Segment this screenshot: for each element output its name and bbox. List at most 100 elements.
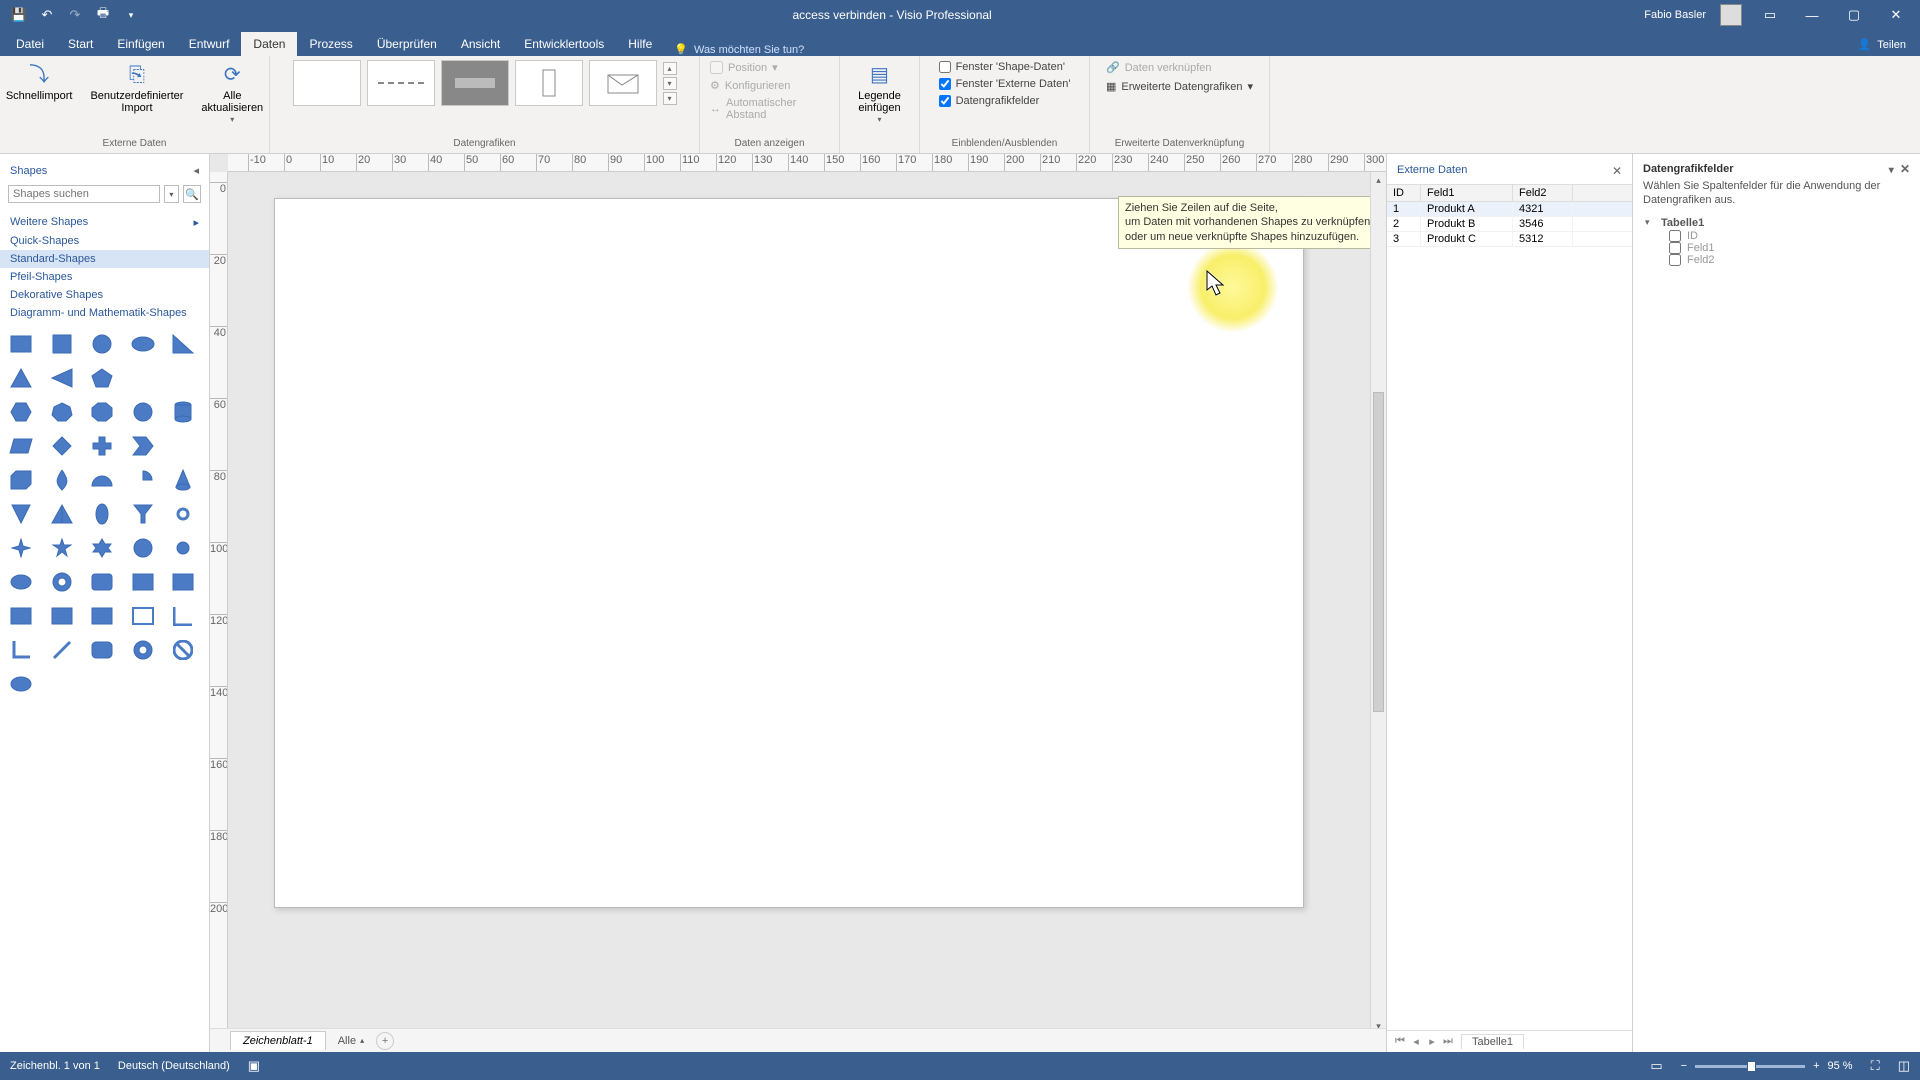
print-icon[interactable]: 🖶	[94, 6, 112, 24]
col-feld2[interactable]: Feld2	[1513, 185, 1573, 201]
page-tab[interactable]: Zeichenblatt-1	[230, 1031, 326, 1050]
shape-l[interactable]	[8, 638, 34, 662]
shape-chevron[interactable]	[130, 434, 156, 458]
fit-page-icon[interactable]: ⛶	[1871, 1058, 1880, 1074]
shape-diag[interactable]	[49, 638, 75, 662]
redo-icon[interactable]: ↷	[66, 6, 84, 24]
tree-collapse-icon[interactable]: ▾	[1645, 217, 1655, 228]
close-external-data-icon[interactable]: ✕	[1612, 164, 1622, 178]
shape-pyramid[interactable]	[49, 502, 75, 526]
table-row[interactable]: 1 Produkt A 4321	[1387, 202, 1632, 217]
shape-rr2[interactable]	[89, 638, 115, 662]
vertical-scrollbar[interactable]: ▴ ▾	[1370, 172, 1386, 1034]
gallery-up-icon[interactable]: ▴	[663, 62, 677, 75]
zoom-slider[interactable]	[1695, 1065, 1805, 1068]
search-icon[interactable]: 🔍	[183, 185, 201, 203]
cat-quick-shapes[interactable]: Quick-Shapes	[0, 232, 209, 250]
drawing-page[interactable]	[274, 198, 1304, 908]
search-dropdown-icon[interactable]: ▾	[164, 185, 179, 203]
table-row[interactable]: 3 Produkt C 5312	[1387, 232, 1632, 247]
tab-ansicht[interactable]: Ansicht	[449, 32, 512, 56]
shape-ellipse[interactable]	[130, 332, 156, 356]
prev-record-icon[interactable]: ◂	[1409, 1035, 1423, 1048]
shape-star6[interactable]	[89, 536, 115, 560]
save-icon[interactable]: 💾	[10, 6, 28, 24]
toggle-data-graphic-fields[interactable]: Datengrafikfelder	[939, 94, 1040, 108]
shape-no[interactable]	[170, 638, 196, 662]
cat-pfeil-shapes[interactable]: Pfeil-Shapes	[0, 268, 209, 286]
shape-triangle-left[interactable]	[49, 366, 75, 390]
shape-box2[interactable]	[49, 604, 75, 628]
shape-cross[interactable]	[89, 434, 115, 458]
close-icon[interactable]: ✕	[1882, 7, 1910, 23]
qat-more-icon[interactable]: ▾	[122, 6, 140, 24]
scroll-up-icon[interactable]: ▴	[1371, 172, 1386, 188]
tell-me-input[interactable]: Was möchten Sie tun?	[694, 44, 804, 56]
shape-gear-icon[interactable]	[170, 502, 196, 526]
shape-cone[interactable]	[170, 468, 196, 492]
shape-rounded-rect[interactable]	[89, 570, 115, 594]
minimize-icon[interactable]: —	[1798, 8, 1826, 23]
custom-import-button[interactable]: ⎘ Benutzerdefinierter Import	[86, 60, 187, 116]
user-name[interactable]: Fabio Basler	[1644, 9, 1706, 21]
share-button[interactable]: 👤 Teilen	[1844, 33, 1920, 56]
col-feld1[interactable]: Feld1	[1421, 185, 1513, 201]
shape-burst[interactable]	[170, 536, 196, 560]
tab-entwicklertools[interactable]: Entwicklertools	[512, 32, 616, 56]
gallery-more-icon[interactable]: ▾	[663, 92, 677, 105]
shape-rect3[interactable]	[170, 570, 196, 594]
macro-record-icon[interactable]: ▣	[248, 1058, 260, 1074]
shape-funnel[interactable]	[130, 502, 156, 526]
shape-triangle[interactable]	[8, 366, 34, 390]
insert-legend-button[interactable]: ▤ Legende einfügen ▾	[854, 60, 905, 127]
shape-triangle-down[interactable]	[8, 502, 34, 526]
zoom-out-icon[interactable]: −	[1681, 1060, 1687, 1072]
shape-decagon[interactable]	[130, 400, 156, 424]
shape-rect2[interactable]	[130, 570, 156, 594]
shape-parallelogram[interactable]	[8, 434, 34, 458]
zoom-level[interactable]: 95 %	[1828, 1060, 1853, 1072]
advanced-graphics-button[interactable]: ▦ Erweiterte Datengrafiken ▾	[1106, 79, 1253, 94]
refresh-all-button[interactable]: ⟳ Alle aktualisieren ▾	[197, 60, 267, 127]
shape-lens[interactable]	[89, 502, 115, 526]
tab-prozess[interactable]: Prozess	[297, 32, 364, 56]
data-source-tab[interactable]: Tabelle1	[1461, 1034, 1524, 1049]
ribbon-display-icon[interactable]: ▭	[1756, 7, 1784, 23]
data-graphics-gallery[interactable]: ▴ ▾ ▾	[293, 60, 677, 106]
shape-box1[interactable]	[8, 604, 34, 628]
cat-diagramm-shapes[interactable]: Diagramm- und Mathematik-Shapes	[0, 304, 209, 322]
tab-ueberpruefen[interactable]: Überprüfen	[365, 32, 449, 56]
zoom-in-icon[interactable]: +	[1813, 1060, 1819, 1072]
tab-daten[interactable]: Daten	[241, 32, 297, 56]
avatar[interactable]	[1720, 4, 1742, 26]
shape-drop[interactable]	[49, 468, 75, 492]
gallery-down-icon[interactable]: ▾	[663, 77, 677, 90]
first-record-icon[interactable]: ⏮	[1393, 1035, 1407, 1048]
shape-box3[interactable]	[89, 604, 115, 628]
tab-einfuegen[interactable]: Einfügen	[105, 32, 176, 56]
fields-options-icon[interactable]: ▾	[1889, 165, 1894, 176]
shape-oval[interactable]	[8, 672, 34, 696]
close-fields-icon[interactable]: ✕	[1900, 162, 1910, 176]
shape-pie[interactable]	[130, 468, 156, 492]
shape-corner[interactable]	[170, 604, 196, 628]
shape-cylinder[interactable]	[170, 400, 196, 424]
shape-octagon[interactable]	[89, 400, 115, 424]
shape-right-triangle[interactable]	[170, 332, 196, 356]
undo-icon[interactable]: ↶	[38, 6, 56, 24]
shape-star5[interactable]	[49, 536, 75, 560]
shape-rectangle[interactable]	[8, 332, 34, 356]
switch-window-icon[interactable]: ◫	[1898, 1058, 1910, 1074]
all-pages-button[interactable]: Alle▴	[338, 1035, 364, 1047]
shape-star4[interactable]	[8, 536, 34, 560]
tab-entwurf[interactable]: Entwurf	[177, 32, 242, 56]
shape-heptagon[interactable]	[49, 400, 75, 424]
col-id[interactable]: ID	[1387, 185, 1421, 201]
shape-ring[interactable]	[49, 570, 75, 594]
shape-square[interactable]	[49, 332, 75, 356]
status-language[interactable]: Deutsch (Deutschland)	[118, 1060, 230, 1072]
cat-weitere-shapes[interactable]: Weitere Shapes▸	[0, 213, 209, 232]
field-feld2[interactable]: Feld2	[1645, 254, 1908, 266]
tab-start[interactable]: Start	[56, 32, 105, 56]
cat-dekorative-shapes[interactable]: Dekorative Shapes	[0, 286, 209, 304]
